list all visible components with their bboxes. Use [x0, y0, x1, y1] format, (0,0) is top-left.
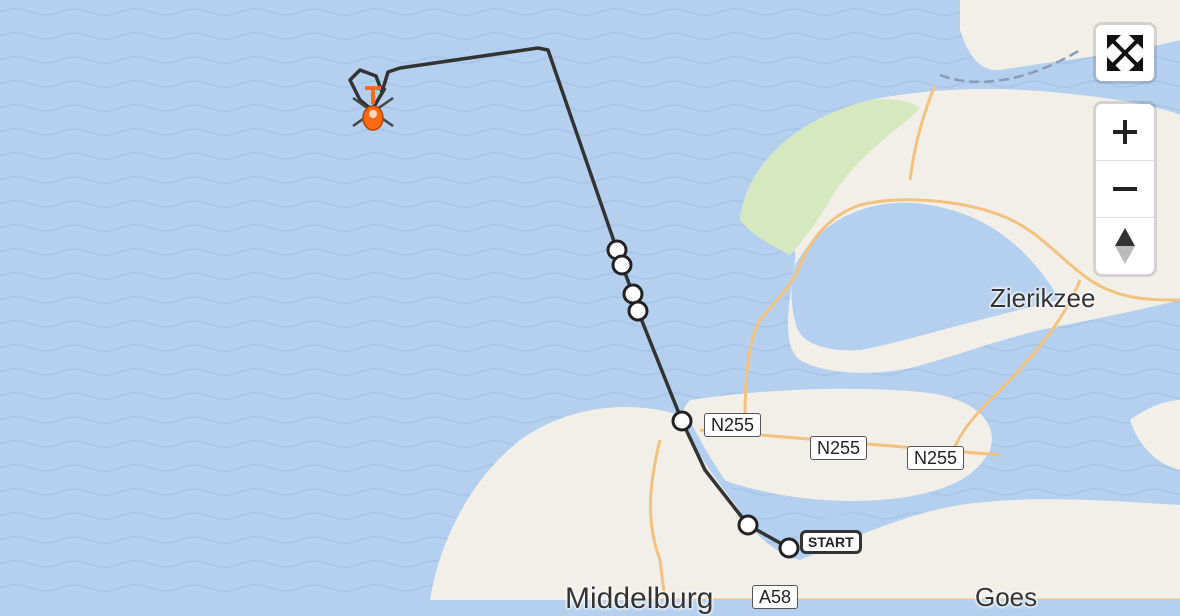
compass-icon	[1115, 228, 1135, 264]
zoom-out-icon	[1113, 187, 1137, 191]
zoom-controls	[1096, 104, 1154, 274]
road-shield-n255: N255	[810, 436, 868, 460]
reset-bearing-button[interactable]	[1096, 217, 1154, 274]
place-label-middelburg: Middelburg	[565, 582, 714, 615]
start-label: START	[800, 530, 862, 554]
waypoint[interactable]	[611, 254, 633, 276]
waypoint[interactable]	[627, 300, 649, 322]
waypoint[interactable]	[671, 410, 693, 432]
waypoint-start[interactable]	[778, 537, 800, 559]
place-label-goes: Goes	[975, 582, 1038, 612]
fullscreen-icon	[1107, 35, 1143, 71]
waypoint[interactable]	[622, 283, 644, 305]
road-shield-a58: A58	[752, 585, 799, 609]
zoom-in-button[interactable]	[1096, 104, 1154, 160]
place-label-zierikzee: Zierikzee	[990, 283, 1096, 313]
road-shield-n255: N255	[907, 446, 965, 470]
fullscreen-button[interactable]	[1096, 25, 1154, 81]
waypoint[interactable]	[737, 514, 759, 536]
road-shield-n255: N255	[704, 413, 762, 437]
fullscreen-control	[1096, 25, 1154, 81]
zoom-out-button[interactable]	[1096, 160, 1154, 217]
zoom-in-icon	[1113, 120, 1137, 144]
